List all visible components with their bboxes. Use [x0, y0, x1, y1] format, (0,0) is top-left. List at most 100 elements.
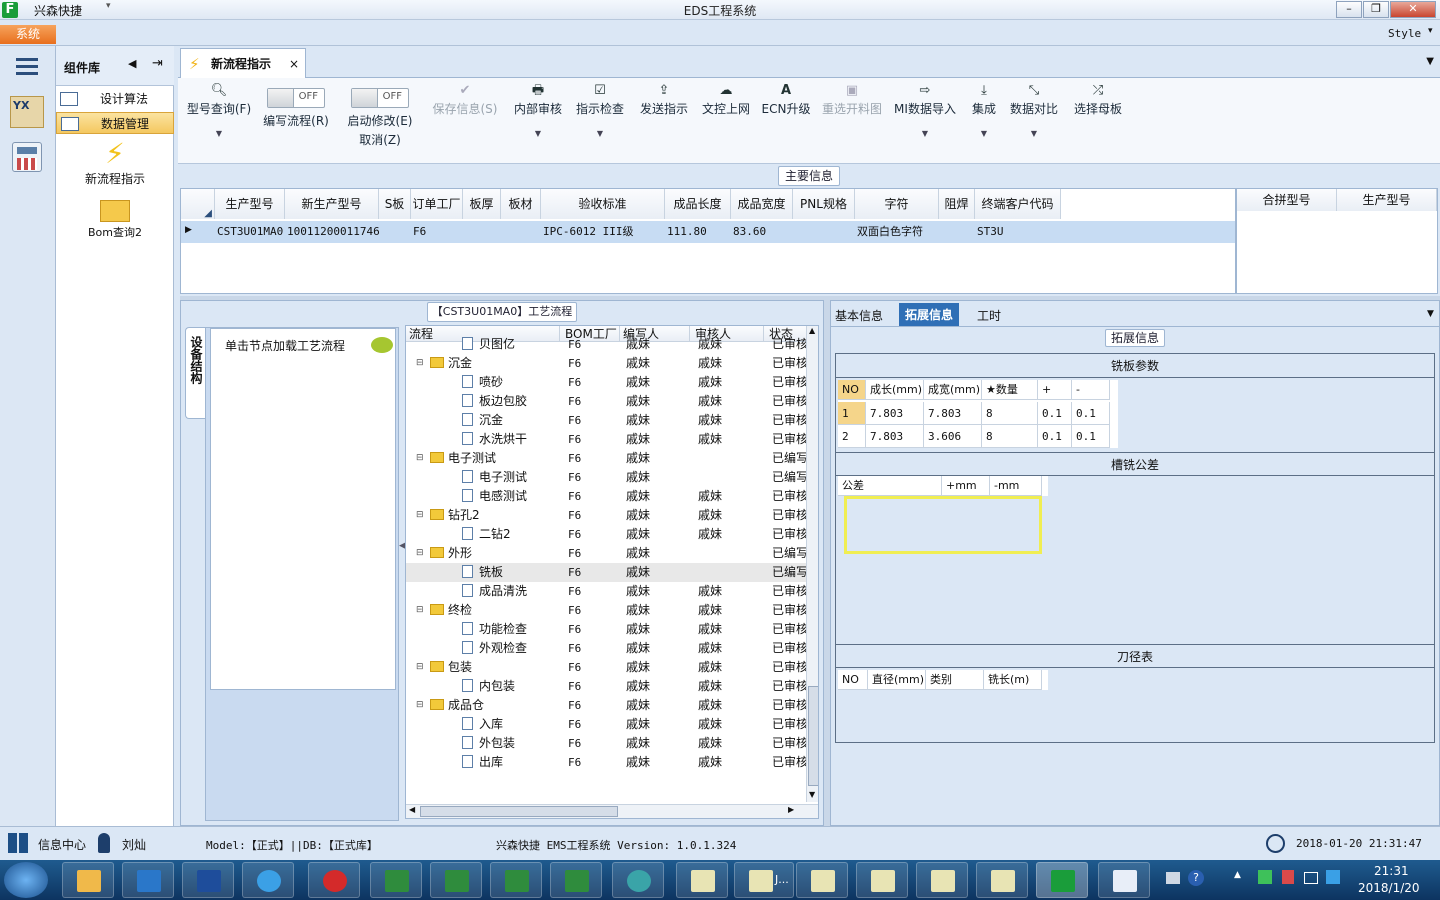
horizontal-scrollbar[interactable]: ◀ ▶ [406, 804, 818, 818]
upload-doc-button[interactable]: ☁ 文控上网 [698, 82, 754, 117]
hamburger-menu-icon[interactable] [16, 58, 38, 75]
grid-cell[interactable] [381, 222, 411, 242]
scroll-up-icon[interactable]: ▲ [809, 326, 815, 335]
close-button[interactable]: ✕ [1390, 1, 1436, 18]
vertical-scrollbar[interactable]: ▲ ▼ [806, 326, 818, 802]
tray-expand-icon[interactable]: ▲ [1234, 870, 1241, 880]
grid-cell[interactable]: IPC-6012 III级 [543, 222, 665, 242]
taskbar-app-8[interactable] [490, 862, 542, 898]
grid-cell[interactable]: 3.606 [924, 425, 982, 448]
grid-cell[interactable]: 10011200011746 [287, 222, 379, 242]
collapse-toggle-icon[interactable]: ⊟ [416, 506, 424, 525]
taskbar-app-7[interactable] [430, 862, 482, 898]
tree-row[interactable]: 功能检查 F6 戚妹 戚妹 已审核 [406, 620, 808, 639]
column-header[interactable]: S板 [379, 189, 411, 219]
column-header[interactable]: 成品长度 [665, 189, 731, 219]
cancel-label[interactable]: 取消(Z) [344, 131, 416, 148]
collapse-toggle-icon[interactable]: ⊟ [416, 658, 424, 677]
keyboard-icon[interactable] [1166, 872, 1180, 884]
column-header[interactable]: 订单工厂 [411, 189, 463, 219]
h-scroll-thumb[interactable] [420, 806, 618, 817]
grid-cell[interactable]: 0.1 [1038, 425, 1072, 448]
column-header[interactable]: 字符 [855, 189, 939, 219]
column-header[interactable]: - [1072, 380, 1110, 400]
tree-row[interactable]: 电子测试 F6 戚妹 已编写 [406, 468, 808, 487]
tree-row[interactable]: 外包装 F6 戚妹 戚妹 已审核 [406, 734, 808, 753]
taskbar-app-4[interactable] [242, 862, 294, 898]
column-header[interactable]: 终端客户代码 [975, 189, 1061, 219]
nav-item-data-management[interactable]: 数据管理 [56, 112, 174, 134]
taskbar-app-13[interactable] [796, 862, 848, 898]
tree-row[interactable]: 二钻2 F6 戚妹 戚妹 已审核 [406, 525, 808, 544]
style-dropdown-icon[interactable]: ▾ [1428, 26, 1433, 36]
column-header[interactable]: 公差 [838, 476, 942, 496]
taskbar-app-3[interactable] [182, 862, 234, 898]
taskbar-app-2[interactable] [122, 862, 174, 898]
reselect-cutting-button[interactable]: ▣ 重选开料图 [818, 82, 886, 117]
column-header[interactable]: -mm [990, 476, 1042, 496]
grid-cell[interactable] [795, 222, 855, 242]
grid-cell[interactable]: 0.1 [1072, 425, 1110, 448]
grid-cell[interactable]: 0.1 [1038, 402, 1072, 425]
tree-row[interactable]: ⊟ 外形 F6 戚妹 已编写 [406, 544, 808, 563]
grid-cell[interactable] [465, 222, 501, 242]
tree-row[interactable]: 铣板 F6 戚妹 已编写 [406, 563, 808, 582]
tree-row[interactable]: 贝图亿 F6 戚妹 戚妹 已审核 [406, 335, 808, 354]
taskbar-app-12[interactable]: J... [734, 862, 794, 898]
taskbar-app-11[interactable] [676, 862, 728, 898]
tree-row[interactable]: 沉金 F6 戚妹 戚妹 已审核 [406, 411, 808, 430]
start-button[interactable] [4, 862, 48, 898]
column-header[interactable]: +mm [942, 476, 990, 496]
tab-new-process[interactable]: ⚡ 新流程指示 × [180, 48, 306, 78]
grid-cell[interactable]: 7.803 [924, 402, 982, 425]
start-modify-toggle[interactable]: OFF 启动修改(E) 取消(Z) [344, 82, 416, 148]
column-header[interactable]: 合拼型号 [1237, 189, 1337, 211]
tree-row[interactable]: ⊟ 成品仓 F6 戚妹 戚妹 已审核 [406, 696, 808, 715]
monitor-icon[interactable] [1304, 872, 1318, 884]
grid-cell[interactable]: 83.60 [733, 222, 793, 242]
app-tray-icon[interactable] [1326, 870, 1340, 884]
tile-new-process[interactable]: ⚡ 新流程指示 [56, 138, 174, 188]
tree-row[interactable]: 内包装 F6 戚妹 戚妹 已审核 [406, 677, 808, 696]
taskbar-app-10[interactable] [612, 862, 664, 898]
tab-dropdown-icon[interactable]: ▼ [1427, 309, 1434, 319]
grid-cell[interactable]: 1 [838, 402, 866, 425]
ecn-upgrade-button[interactable]: A ECN升级 [760, 82, 812, 117]
system-menu-button[interactable]: 系统 [0, 25, 56, 44]
taskbar-app-6[interactable] [370, 862, 422, 898]
grid-cell[interactable]: ST3U [977, 222, 1061, 242]
column-header[interactable]: ★数量 [982, 380, 1038, 400]
grid-cell[interactable]: 8 [982, 402, 1038, 425]
grid-cell[interactable]: 0.1 [1072, 402, 1110, 425]
column-header[interactable]: 铣长(m) [984, 670, 1042, 690]
help-icon[interactable]: ? [1188, 870, 1204, 886]
column-header[interactable]: 板厚 [463, 189, 501, 219]
taskbar-app-16[interactable] [976, 862, 1028, 898]
collapse-toggle-icon[interactable]: ⊟ [416, 544, 424, 563]
taskbar-app-eds[interactable] [1036, 862, 1088, 898]
tree-row[interactable]: 水洗烘干 F6 戚妹 戚妹 已审核 [406, 430, 808, 449]
style-menu[interactable]: Style [1388, 27, 1421, 40]
column-header[interactable]: PNL规格 [793, 189, 855, 219]
select-mother-board-button[interactable]: ⤮ 选择母板 [1070, 82, 1126, 117]
grid-cell[interactable] [941, 222, 975, 242]
grid-cell[interactable]: CST3U01MA0 [217, 222, 285, 242]
column-header[interactable]: 阻焊 [939, 189, 975, 219]
column-header[interactable]: + [1038, 380, 1072, 400]
data-compare-button[interactable]: ⤡ 数据对比 ▼ [1008, 82, 1060, 138]
column-header[interactable]: 成宽(mm) [924, 380, 982, 400]
column-header[interactable]: 类别 [926, 670, 984, 690]
close-tab-icon[interactable]: × [289, 49, 299, 79]
tree-row[interactable]: 入库 F6 戚妹 戚妹 已审核 [406, 715, 808, 734]
grid-cell[interactable]: 8 [982, 425, 1038, 448]
column-header[interactable]: 成长(mm) [866, 380, 924, 400]
windows-grid-icon[interactable] [8, 833, 28, 853]
grid-cell[interactable] [503, 222, 541, 242]
tree-row[interactable]: ⊟ 终检 F6 戚妹 戚妹 已审核 [406, 601, 808, 620]
mi-import-button[interactable]: ⇨ MI数据导入 ▼ [892, 82, 958, 138]
column-header[interactable]: NO [838, 380, 866, 400]
load-process-box[interactable]: 单击节点加载工艺流程 [210, 328, 396, 690]
tree-row[interactable]: ⊟ 包装 F6 戚妹 戚妹 已审核 [406, 658, 808, 677]
taskbar-app-9[interactable] [550, 862, 602, 898]
column-header[interactable]: 直径(mm) [868, 670, 926, 690]
